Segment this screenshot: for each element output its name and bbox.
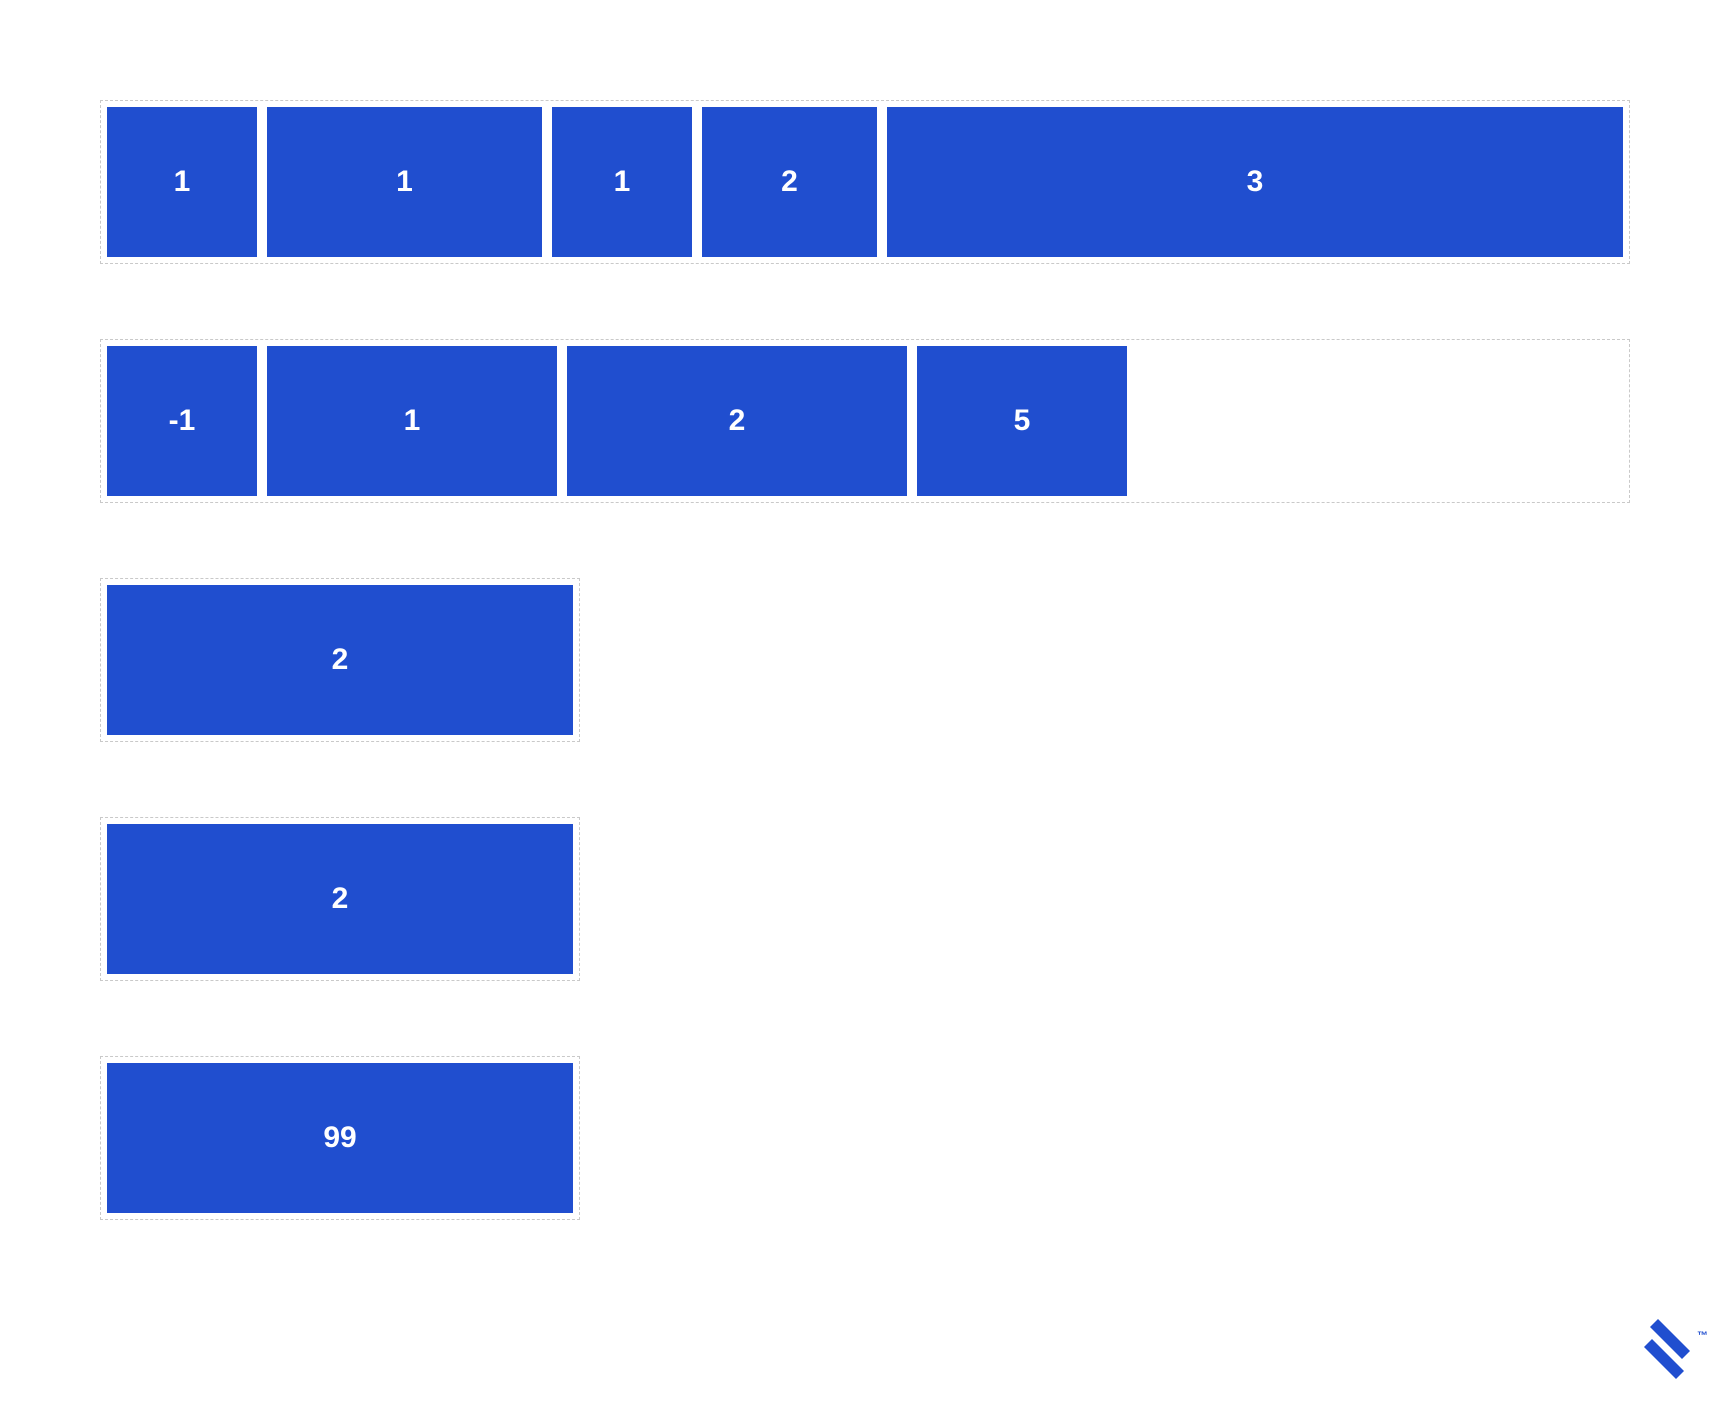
flex-grow-diagram: 1 1 1 2 3 -1 1 2 5 2 2 99 (0, 0, 1720, 1220)
flex-item: 2 (107, 585, 573, 735)
toptal-logo-icon (1644, 1319, 1690, 1379)
flex-row-3: 2 (100, 578, 580, 742)
flex-item: 3 (887, 107, 1623, 257)
flex-row-1: 1 1 1 2 3 (100, 100, 1630, 264)
flex-item: 2 (107, 824, 573, 974)
flex-row-5: 99 (100, 1056, 580, 1220)
flex-item: 2 (702, 107, 877, 257)
flex-row-4: 2 (100, 817, 580, 981)
flex-item: 1 (552, 107, 692, 257)
flex-item: 1 (107, 107, 257, 257)
flex-item: 99 (107, 1063, 573, 1213)
flex-item: 1 (267, 346, 557, 496)
flex-item: 5 (917, 346, 1127, 496)
flex-row-2: -1 1 2 5 (100, 339, 1630, 503)
trademark-symbol: ™ (1697, 1330, 1708, 1342)
flex-item: -1 (107, 346, 257, 496)
flex-item: 1 (267, 107, 542, 257)
flex-item: 2 (567, 346, 907, 496)
